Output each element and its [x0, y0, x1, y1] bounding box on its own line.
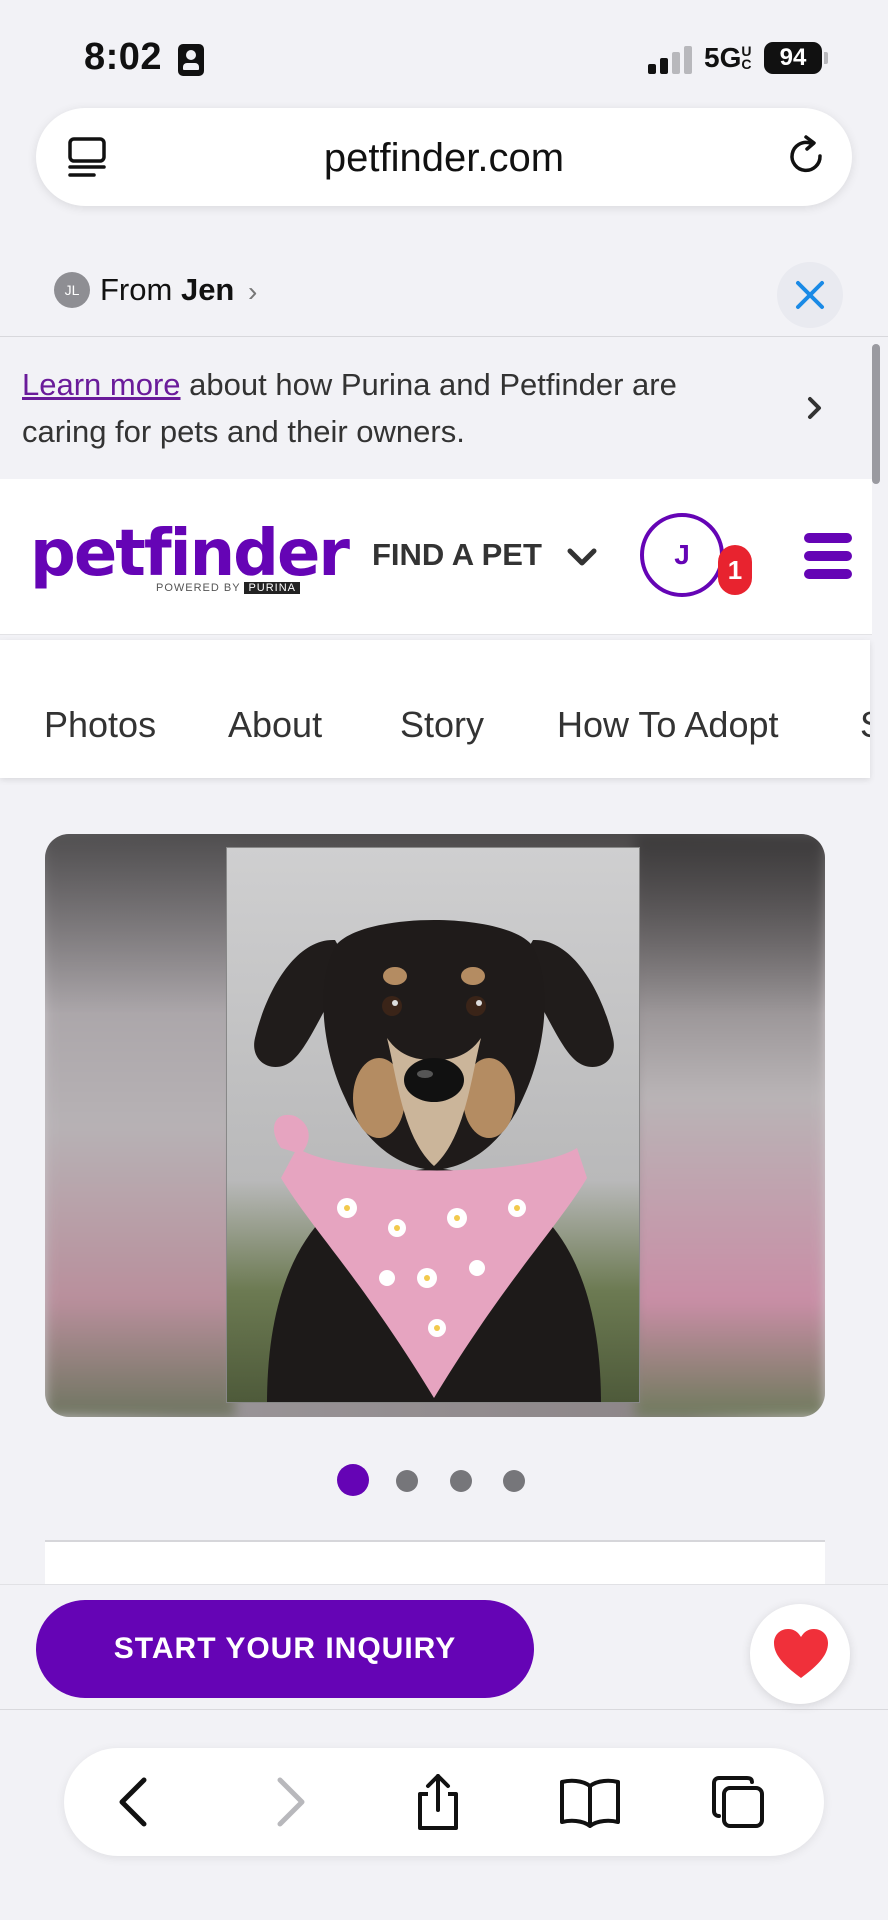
- carousel-dot-4[interactable]: [503, 1470, 525, 1492]
- tab-story[interactable]: Story: [400, 704, 484, 746]
- chevron-right-icon[interactable]: [800, 389, 830, 427]
- page: 8:02 5GUC 94 petfinder.com JL From Jen ›: [0, 0, 888, 1920]
- bookmarks-icon[interactable]: [558, 1774, 622, 1830]
- dog-illustration: [254, 920, 614, 1402]
- sender-avatar: JL: [54, 272, 90, 308]
- close-button[interactable]: [777, 262, 843, 328]
- hamburger-menu-icon[interactable]: [804, 533, 852, 579]
- battery-indicator: 94: [764, 42, 822, 74]
- purina-banner[interactable]: Learn more about how Purina and Petfinde…: [0, 337, 872, 479]
- focus-contact-icon: [178, 44, 204, 76]
- share-icon[interactable]: [410, 1774, 466, 1830]
- carousel-dot-3[interactable]: [450, 1470, 472, 1492]
- chevron-down-icon[interactable]: [566, 545, 598, 569]
- address-bar[interactable]: petfinder.com: [36, 108, 852, 206]
- sticky-action-bar: START YOUR INQUIRY: [0, 1584, 888, 1710]
- tab-photos[interactable]: Photos: [44, 704, 156, 746]
- tab-how-to-adopt[interactable]: How To Adopt: [557, 704, 778, 746]
- tabs-icon[interactable]: [710, 1774, 766, 1830]
- chevron-right-icon: ›: [248, 276, 258, 307]
- carousel-dot-2[interactable]: [396, 1470, 418, 1492]
- back-chevron-icon[interactable]: [108, 1774, 164, 1830]
- logo-tagline: POWERED BY PURINA: [156, 582, 300, 594]
- find-a-pet-menu[interactable]: FIND A PET: [372, 537, 542, 573]
- browser-toolbar: [64, 1748, 824, 1856]
- close-icon: [796, 281, 824, 309]
- account-avatar[interactable]: J: [640, 513, 724, 597]
- url-text[interactable]: petfinder.com: [36, 136, 852, 181]
- shared-from-text[interactable]: From Jen: [100, 272, 234, 308]
- start-inquiry-button[interactable]: START YOUR INQUIRY: [36, 1600, 534, 1698]
- heart-icon: [774, 1629, 828, 1678]
- notification-badge[interactable]: 1: [718, 545, 752, 595]
- battery-tip: [824, 52, 828, 64]
- pet-photo[interactable]: [226, 847, 640, 1403]
- status-time: 8:02: [84, 36, 163, 78]
- favorite-button[interactable]: [750, 1604, 850, 1704]
- tab-about[interactable]: About: [228, 704, 322, 746]
- carousel-pagination: [337, 1462, 537, 1496]
- scrollbar[interactable]: [872, 344, 880, 484]
- network-type: 5GUC: [704, 42, 752, 73]
- forward-chevron-icon[interactable]: [260, 1774, 316, 1830]
- carousel-dot-1[interactable]: [337, 1464, 369, 1496]
- site-header: petfinder POWERED BY PURINA FIND A PET J…: [0, 479, 872, 635]
- petfinder-logo[interactable]: petfinder: [30, 517, 350, 591]
- shared-with-you-bar[interactable]: JL From Jen ›: [0, 250, 888, 330]
- signal-strength-icon: [648, 46, 694, 74]
- status-bar: 8:02 5GUC 94: [0, 0, 888, 110]
- tab-more[interactable]: S: [860, 704, 870, 746]
- section-tabs: Photos About Story How To Adopt S: [0, 640, 870, 778]
- reload-icon[interactable]: [784, 134, 830, 180]
- banner-text: Learn more about how Purina and Petfinde…: [22, 367, 677, 449]
- pet-photo-carousel[interactable]: [45, 834, 825, 1417]
- learn-more-link[interactable]: Learn more: [22, 367, 181, 402]
